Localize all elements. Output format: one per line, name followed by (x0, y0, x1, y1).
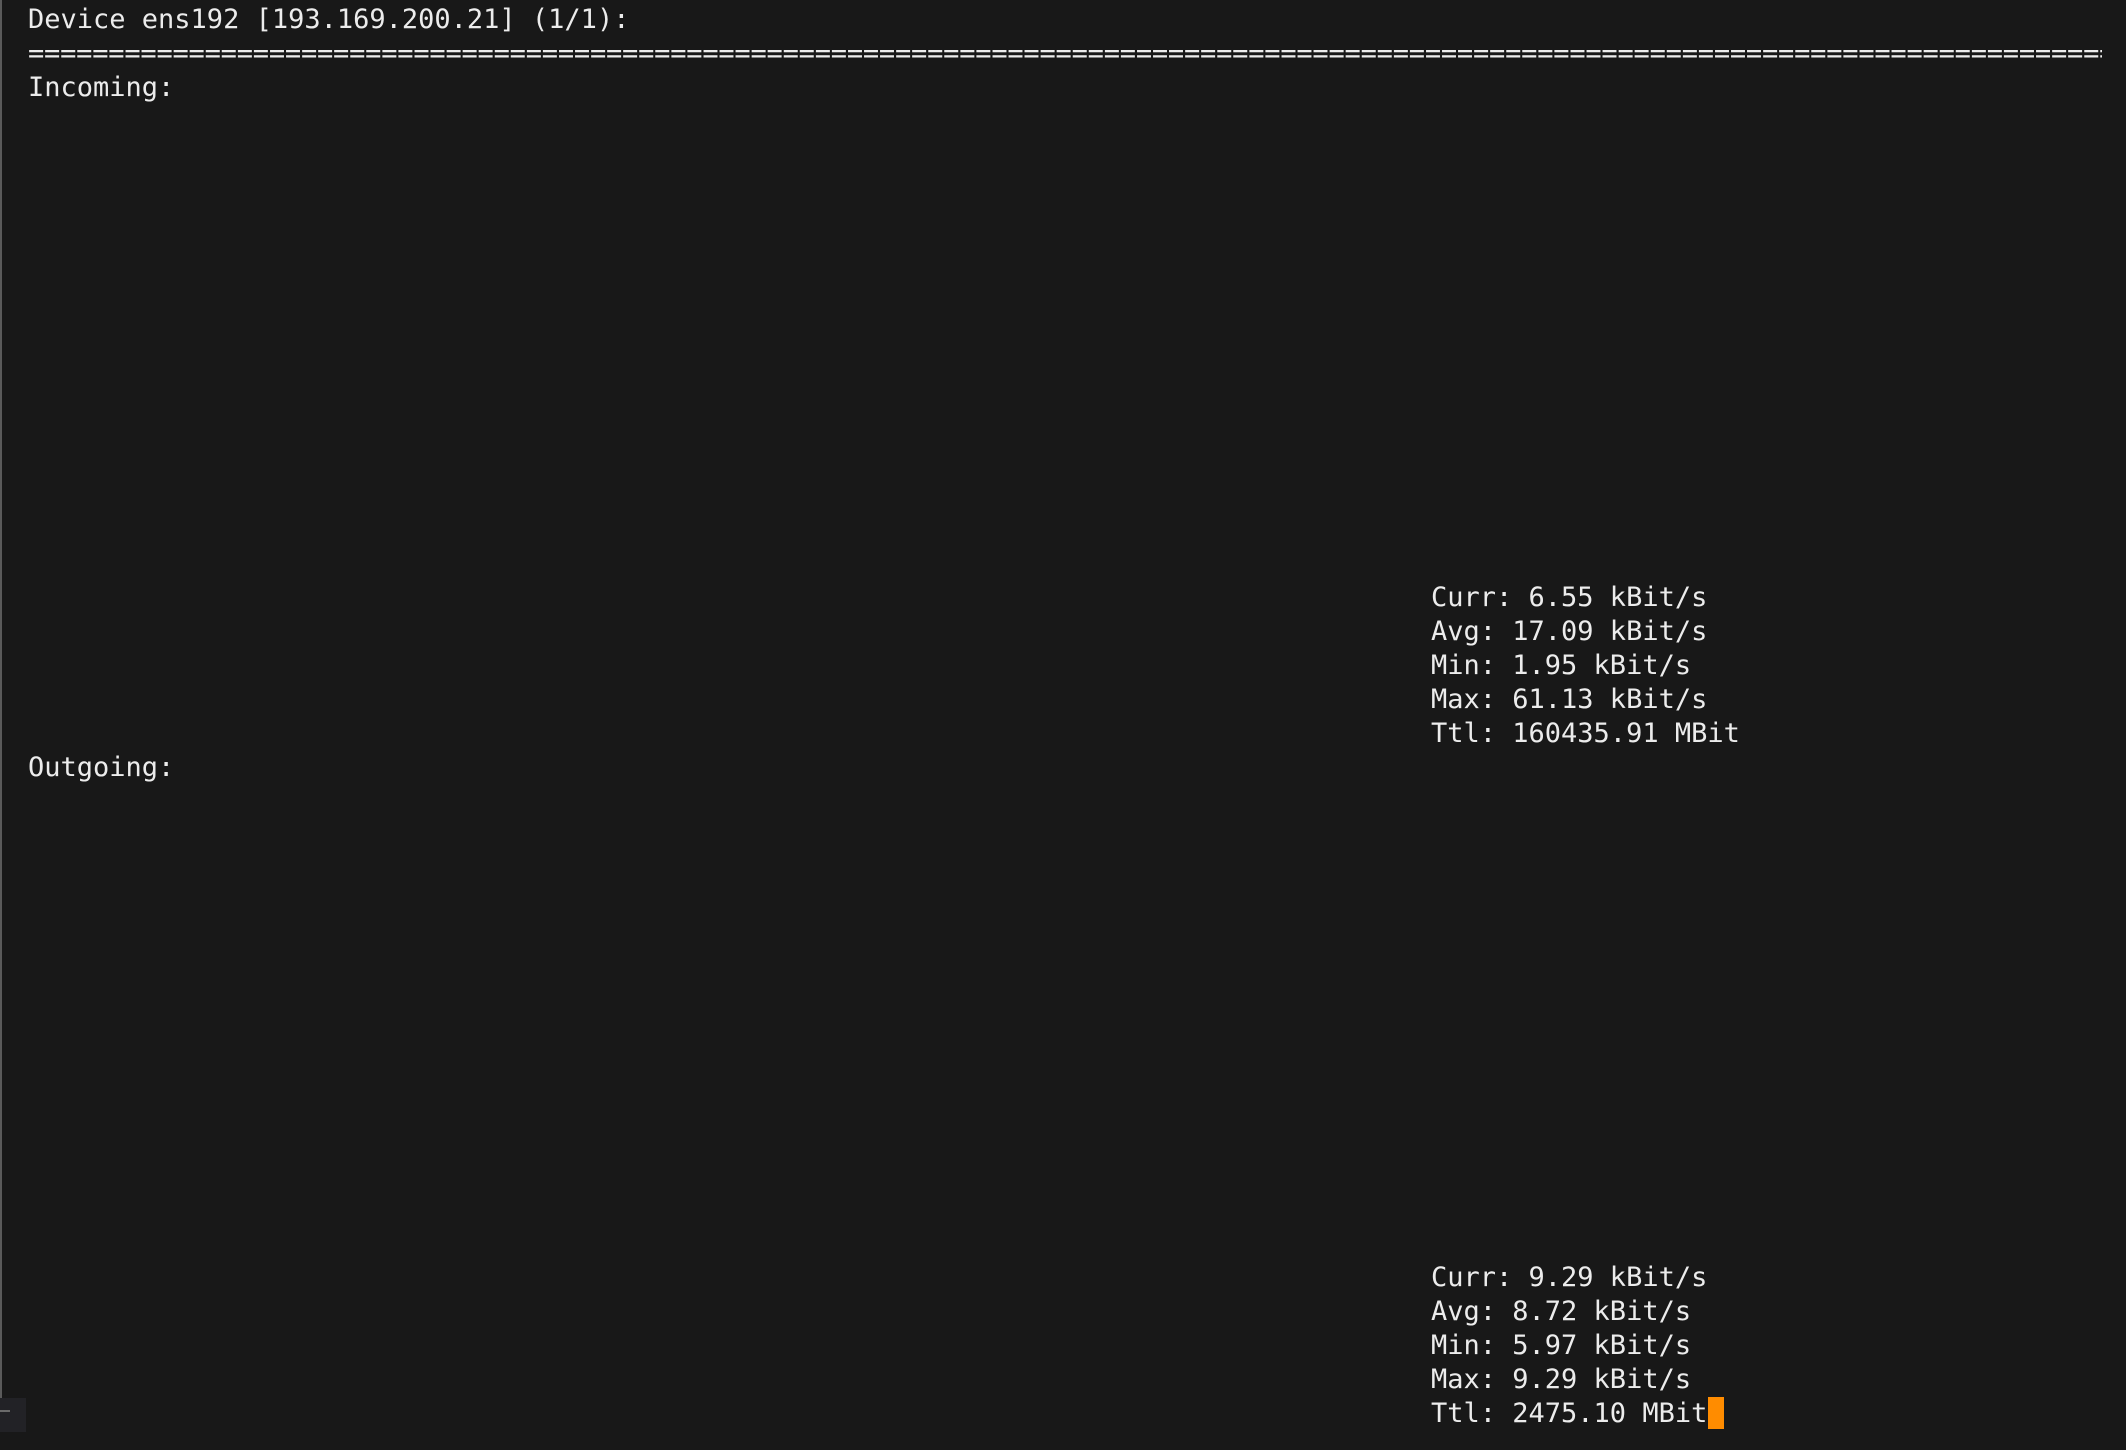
left-border (0, 0, 2, 1412)
outgoing-max: Max: 9.29 kBit/s (1431, 1364, 1692, 1395)
incoming-avg: Avg: 17.09 kBit/s (1431, 616, 1708, 647)
incoming-min: Min: 1.95 kBit/s (1431, 650, 1692, 681)
outgoing-min: Min: 5.97 kBit/s (1431, 1330, 1692, 1361)
outgoing-ttl-row: Ttl: 2475.10 MBit (1431, 1397, 1725, 1431)
outgoing-stats: Curr: 9.29 kBit/s Avg: 8.72 kBit/s Min: … (1431, 1261, 1725, 1431)
incoming-ttl: Ttl: 160435.91 MBit (1431, 718, 1740, 749)
incoming-max: Max: 61.13 kBit/s (1431, 684, 1708, 715)
terminal-cursor (1708, 1397, 1725, 1429)
outgoing-ttl: Ttl: 2475.10 MBit (1431, 1398, 1708, 1429)
terminal-window[interactable]: Device ens192 [193.169.200.21] (1/1): ==… (0, 0, 2126, 1450)
corner-tick (0, 1410, 10, 1412)
incoming-stats: Curr: 6.55 kBit/s Avg: 17.09 kBit/s Min:… (1431, 581, 1740, 751)
outgoing-avg: Avg: 8.72 kBit/s (1431, 1296, 1692, 1327)
device-header: Device ens192 [193.169.200.21] (1/1): (28, 4, 630, 35)
incoming-label: Incoming: (28, 72, 175, 103)
outgoing-curr: Curr: 9.29 kBit/s (1431, 1262, 1708, 1293)
incoming-curr: Curr: 6.55 kBit/s (1431, 582, 1708, 613)
header-separator: ========================================… (28, 38, 2102, 69)
outgoing-label: Outgoing: (28, 752, 175, 783)
corner-marker (0, 1398, 26, 1432)
